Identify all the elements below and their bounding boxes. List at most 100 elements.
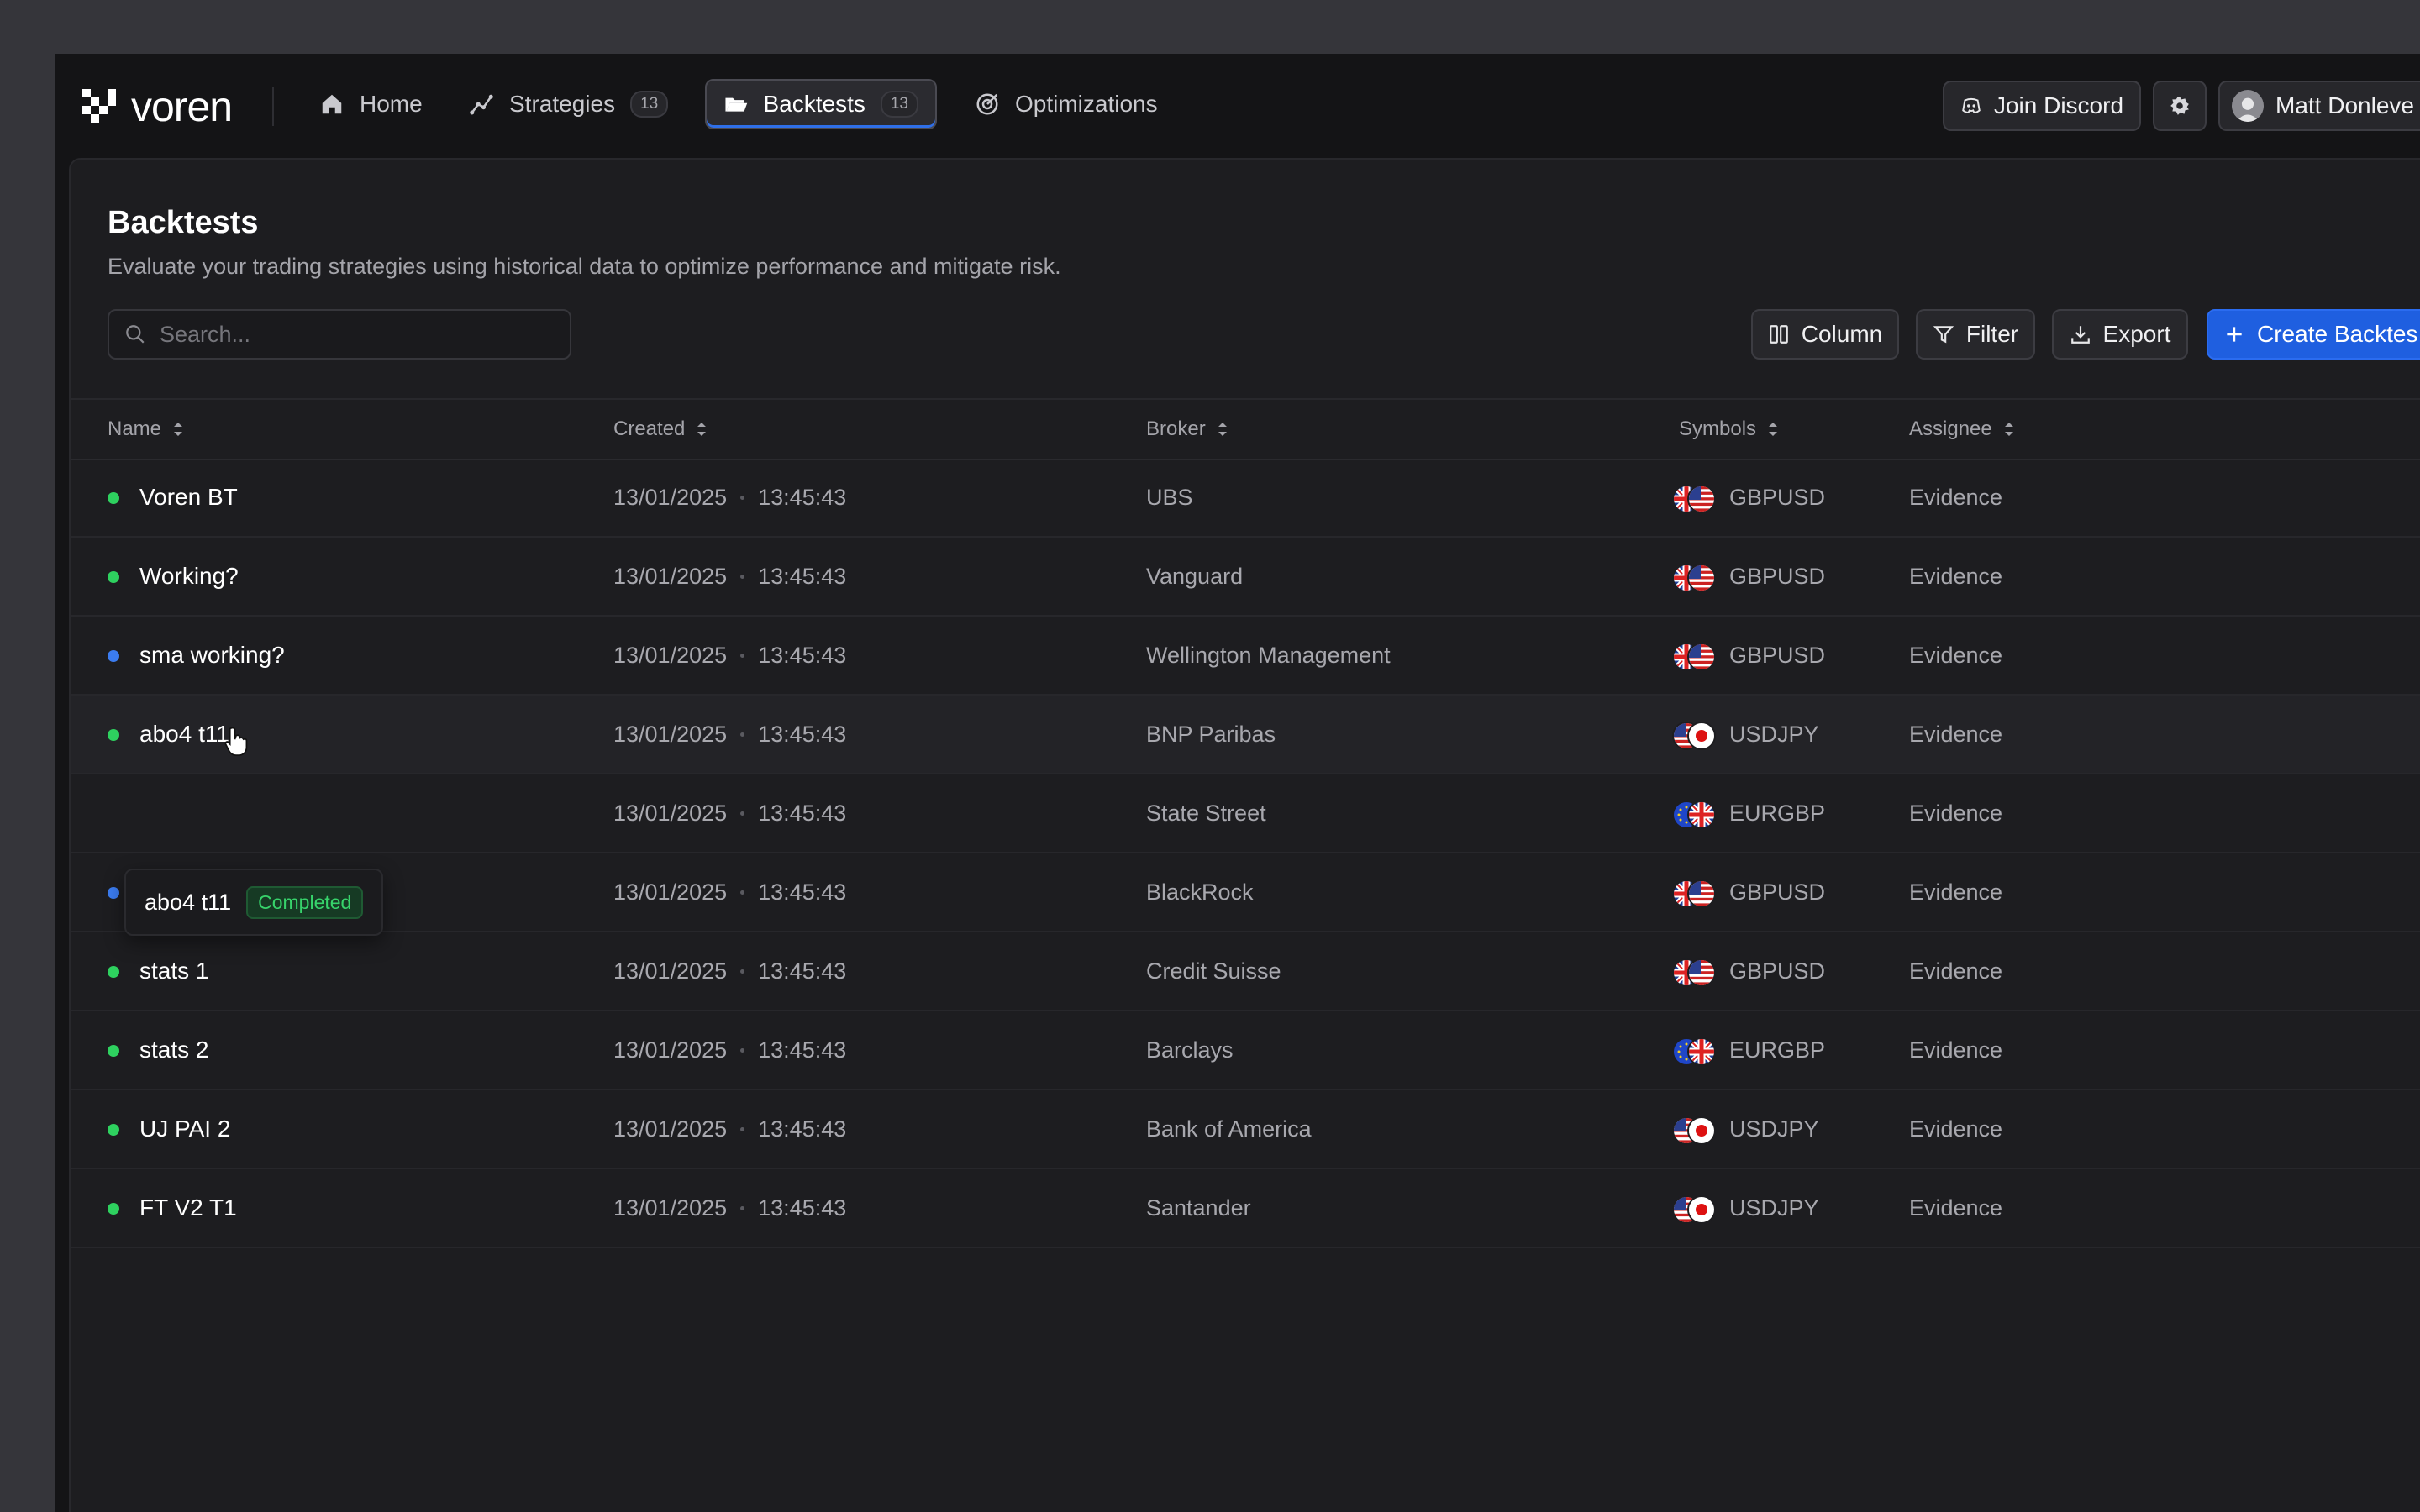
created-time: 13:45:43 [758,800,847,826]
created-cell: 13/01/2025 13:45:43 [613,459,846,536]
symbol-label: GBPUSD [1729,642,1826,668]
gear-icon [2170,97,2189,115]
assignee-cell[interactable]: Evidence [1909,1011,2002,1089]
column-header-broker[interactable]: Broker [1146,400,1229,459]
folder-open-icon [725,97,748,112]
broker-cell: Wellington Management [1146,642,1391,668]
column-header-assignee[interactable]: Assignee [1909,400,2016,459]
export-button[interactable]: Export [2052,309,2188,360]
page-title: Backtests [108,205,259,240]
table-row[interactable]: abo4 - v2 - decade13/01/202513:45:43Blac… [71,853,2420,932]
symbol-cell: GBPUSD [1672,538,1825,615]
column-header-label: Symbols [1679,417,1757,440]
backtest-name[interactable]: UJ PAI 2 [139,1090,230,1168]
backtest-name[interactable]: abo4 t11 [139,696,229,773]
column-header-name[interactable]: Name [108,400,185,459]
table-row[interactable]: abo4 t11 13/01/2025 13:45:43 BNP Paribas USD… [71,696,2420,774]
assignee-cell[interactable]: Evidence [1909,617,2002,694]
table-row[interactable]: Voren BT 13/01/2025 13:45:43 UBS GBPUSD Evide… [71,459,2420,538]
join-discord-button[interactable]: Join Discord [1943,81,2141,131]
assignee-cell[interactable]: Evidence [1909,774,2002,852]
symbol-label: GBPUSD [1729,958,1826,984]
created-time: 13:45:43 [758,484,847,510]
nav-item-strategies[interactable]: Strategies 13 [460,79,676,129]
table-row[interactable]: 13/01/2025 13:45:43 State Street EURGBP Evid… [71,774,2420,853]
broker-cell: Bank of America [1146,1116,1312,1142]
column-header-symbols[interactable]: Symbols [1679,400,1780,459]
gb-flag-icon [1687,801,1716,829]
backtest-name[interactable]: Voren BT [139,459,238,536]
backtest-name[interactable]: stats 2 [139,1011,208,1089]
created-date: 13/01/2025 [613,1116,728,1142]
app-window: voren Home Strategies 13 Backtests 13 Op… [55,54,2420,1512]
backtest-name[interactable]: FT V2 T1 [139,1169,237,1247]
table-row[interactable]: FT V2 T1 13/01/2025 13:45:43 Santander USDJP… [71,1169,2420,1248]
assignee-cell[interactable]: Evidence [1909,1090,2002,1168]
strategies-icon [470,94,493,115]
created-date: 13/01/2025 [613,1037,728,1063]
nav-item-home[interactable]: Home [311,79,431,129]
broker-cell: UBS [1146,484,1193,510]
symbol-label: USDJPY [1729,1116,1819,1142]
status-dot [108,887,119,899]
column-button[interactable]: Column [1751,309,1899,360]
symbol-label: USDJPY [1729,1194,1819,1221]
assignee-cell[interactable]: Evidence [1909,538,2002,615]
assignee-cell[interactable]: Evidence [1909,459,2002,536]
voren-logo-icon [82,89,116,123]
nav-item-optimizations[interactable]: Optimizations [966,79,1166,129]
symbol-label: EURGBP [1729,800,1826,826]
assignee-cell[interactable]: Evidence [1909,853,2002,931]
jp-flag-icon [1687,722,1716,750]
backtest-name[interactable]: stats 1 [139,932,208,1010]
separator-dot [740,495,745,500]
column-header-label: Name [108,417,162,440]
user-menu-button[interactable]: Matt Donleve [2218,81,2420,131]
table-row[interactable]: Working? 13/01/2025 13:45:43 Vanguard GBPUSD… [71,538,2420,617]
separator-dot [740,574,745,579]
filter-button[interactable]: Filter [1916,309,2035,360]
separator-dot [740,732,745,737]
logo[interactable]: voren [81,83,233,130]
symbol-label: EURGBP [1729,1037,1826,1063]
separator-dot [740,969,745,974]
symbol-cell: GBPUSD [1672,617,1825,694]
table-row[interactable]: stats 2 13/01/2025 13:45:43 Barclays EURGBP E… [71,1011,2420,1090]
symbol-cell: USDJPY [1672,1090,1819,1168]
assignee-cell[interactable]: Evidence [1909,1169,2002,1247]
status-dot [108,571,119,583]
backtest-name[interactable]: sma working? [139,617,285,694]
created-date: 13/01/2025 [613,958,728,984]
status-dot [108,1124,119,1136]
created-cell: 13/01/2025 13:45:43 [613,696,846,773]
separator-dot [740,890,745,895]
currency-flags [1672,641,1716,671]
assignee-cell[interactable]: Evidence [1909,932,2002,1010]
target-icon [976,93,998,115]
create-backtest-button[interactable]: Create Backtes [2207,309,2420,360]
symbol-cell: USDJPY [1672,696,1819,773]
search-icon [126,325,145,344]
us-flag-icon [1687,879,1716,908]
backtest-name[interactable]: Working? [139,538,239,615]
assignee-cell[interactable]: Evidence [1909,696,2002,773]
table-row[interactable]: sma working? 13/01/2025 13:45:43 Wellington… [71,617,2420,696]
nav-item-backtests[interactable]: Backtests 13 [705,79,937,129]
status-dot [108,966,119,978]
currency-flags [1672,1036,1716,1066]
created-time: 13:45:43 [758,1116,847,1142]
created-time: 13:45:43 [758,563,847,589]
search-field[interactable] [108,309,571,360]
table-row[interactable]: UJ PAI 2 13/01/2025 13:45:43 Bank of Americ… [71,1090,2420,1169]
table-row[interactable]: stats 1 13/01/2025 13:45:43 Credit Suisse GB… [71,932,2420,1011]
created-date: 13/01/2025 [613,800,728,826]
hand-pointer-icon [224,727,248,756]
created-time: 13:45:43 [758,721,847,747]
search-input[interactable] [158,320,565,349]
column-header-created[interactable]: Created [613,400,708,459]
created-cell: 13/01/2025 13:45:43 [613,1090,846,1168]
jp-flag-icon [1687,1116,1716,1145]
settings-button[interactable] [2153,81,2207,131]
symbol-label: GBPUSD [1729,563,1826,589]
symbol-cell: USDJPY [1672,1169,1819,1247]
